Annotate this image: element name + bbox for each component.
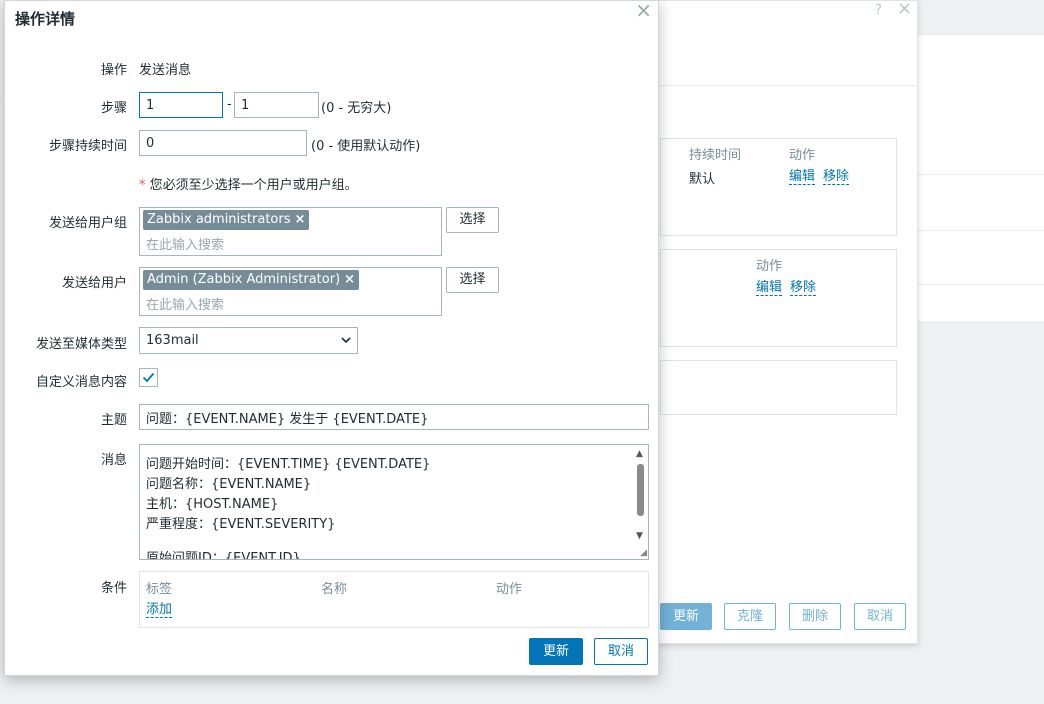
add-condition-link[interactable]: 添加 bbox=[146, 602, 173, 618]
user-chip: Admin (Zabbix Administrator) × bbox=[143, 270, 360, 290]
bg-help-icon[interactable]: ? bbox=[875, 3, 882, 18]
operation-details-dialog: 操作详情 × 操作 发送消息 步骤 - (0 - 无穷大) 步骤持续时间 (0 … bbox=[4, 0, 659, 676]
cancel-button[interactable]: 取消 bbox=[594, 638, 648, 665]
close-icon[interactable]: × bbox=[635, 0, 652, 22]
bg-col-action: 动作 bbox=[789, 148, 816, 163]
user-group-chip: Zabbix administrators × bbox=[143, 210, 310, 230]
steps-hint: (0 - 无穷大) bbox=[321, 101, 392, 116]
message-line: 问题开始时间：{EVENT.TIME} {EVENT.DATE} bbox=[146, 457, 431, 472]
step-duration-hint: (0 - 使用默认动作) bbox=[311, 139, 421, 154]
bg-operations-box: 持续时间 动作 默认 编辑 移除 bbox=[660, 138, 897, 236]
users-multiselect[interactable]: Admin (Zabbix Administrator) × 在此输入搜索 bbox=[139, 267, 442, 316]
requirement-text: 您必须至少选择一个用户或用户组。 bbox=[145, 178, 358, 193]
message-line: 主机：{HOST.NAME} bbox=[146, 497, 279, 512]
bg-close-icon[interactable]: × bbox=[897, 0, 912, 19]
scroll-down-icon[interactable]: ▼ bbox=[636, 531, 643, 541]
message-line: 原始问题ID：{EVENT.ID} bbox=[146, 551, 301, 560]
bg-col-duration: 持续时间 bbox=[689, 148, 742, 163]
bg-update-box bbox=[660, 360, 897, 415]
users-search-placeholder[interactable]: 在此输入搜索 bbox=[146, 294, 224, 313]
scrollbar-thumb[interactable] bbox=[637, 464, 644, 516]
media-type-value: 163mail bbox=[146, 333, 199, 348]
media-type-select[interactable]: 163mail bbox=[139, 327, 358, 354]
user-groups-multiselect[interactable]: Zabbix administrators × 在此输入搜索 bbox=[139, 207, 442, 256]
step-duration-input[interactable] bbox=[139, 130, 307, 156]
col-action-header: 动作 bbox=[496, 582, 523, 597]
dialog-title: 操作详情 bbox=[15, 10, 76, 28]
bg-side-panel bbox=[918, 34, 1044, 321]
step-duration-label: 步骤持续时间 bbox=[48, 139, 127, 154]
subject-label: 主题 bbox=[100, 413, 127, 428]
operation-value: 发送消息 bbox=[139, 63, 192, 78]
checkmark-icon bbox=[142, 372, 155, 383]
step-to-input[interactable] bbox=[234, 92, 319, 118]
bg-col-action: 动作 bbox=[756, 259, 783, 274]
bg-delete-button[interactable]: 删除 bbox=[789, 603, 842, 630]
bg-remove-link[interactable]: 移除 bbox=[823, 169, 850, 185]
update-button[interactable]: 更新 bbox=[529, 638, 583, 665]
media-type-label: 发送至媒体类型 bbox=[35, 337, 127, 352]
bg-divider bbox=[660, 85, 918, 86]
message-scrollbar[interactable]: ▲ ▼ bbox=[634, 445, 648, 559]
bg-edit-link[interactable]: 编辑 bbox=[789, 169, 816, 185]
message-line: 严重程度：{EVENT.SEVERITY} bbox=[146, 517, 336, 532]
bg-clone-button[interactable]: 克隆 bbox=[724, 603, 777, 630]
chip-remove-icon[interactable]: × bbox=[344, 272, 355, 287]
bg-remove-link[interactable]: 移除 bbox=[790, 280, 817, 296]
step-separator: - bbox=[227, 97, 232, 112]
bg-divider bbox=[918, 284, 1044, 285]
col-name-header: 名称 bbox=[321, 582, 348, 597]
chevron-down-icon bbox=[341, 328, 351, 362]
user-groups-search-placeholder[interactable]: 在此输入搜索 bbox=[146, 234, 224, 253]
operation-label: 操作 bbox=[100, 63, 127, 78]
message-textarea[interactable]: 问题开始时间：{EVENT.TIME} {EVENT.DATE} 问题名称：{E… bbox=[139, 444, 649, 560]
message-label: 消息 bbox=[100, 453, 127, 468]
chip-label: Zabbix administrators bbox=[147, 212, 291, 227]
bg-cancel-button[interactable]: 取消 bbox=[854, 603, 907, 630]
users-label: 发送给用户 bbox=[61, 276, 127, 291]
steps-label: 步骤 bbox=[100, 101, 127, 116]
chip-remove-icon[interactable]: × bbox=[295, 212, 306, 227]
conditions-table: 标签 名称 动作 添加 bbox=[139, 571, 649, 628]
col-label-header: 标签 bbox=[146, 582, 173, 597]
custom-message-label: 自定义消息内容 bbox=[35, 375, 127, 390]
resize-handle-icon[interactable]: ◢ bbox=[640, 548, 647, 558]
select-user-groups-button[interactable]: 选择 bbox=[446, 207, 499, 233]
scroll-up-icon[interactable]: ▲ bbox=[636, 449, 643, 459]
bg-recovery-box: 动作 编辑 移除 bbox=[660, 249, 897, 347]
bg-update-button[interactable]: 更新 bbox=[660, 603, 713, 630]
custom-message-checkbox[interactable] bbox=[139, 368, 158, 387]
select-users-button[interactable]: 选择 bbox=[446, 267, 499, 293]
bg-edit-link[interactable]: 编辑 bbox=[756, 280, 783, 296]
conditions-label: 条件 bbox=[100, 581, 127, 596]
user-groups-label: 发送给用户组 bbox=[48, 216, 127, 231]
subject-input[interactable] bbox=[139, 404, 649, 430]
step-from-input[interactable] bbox=[139, 92, 223, 118]
chip-label: Admin (Zabbix Administrator) bbox=[147, 272, 341, 287]
bg-divider bbox=[918, 34, 1044, 35]
bg-divider bbox=[918, 174, 1044, 175]
bg-duration-value: 默认 bbox=[689, 172, 716, 187]
bg-divider bbox=[918, 230, 1044, 231]
requirement-note: * 您必须至少选择一个用户或用户组。 bbox=[139, 174, 358, 193]
message-line: 问题名称：{EVENT.NAME} bbox=[146, 477, 312, 492]
